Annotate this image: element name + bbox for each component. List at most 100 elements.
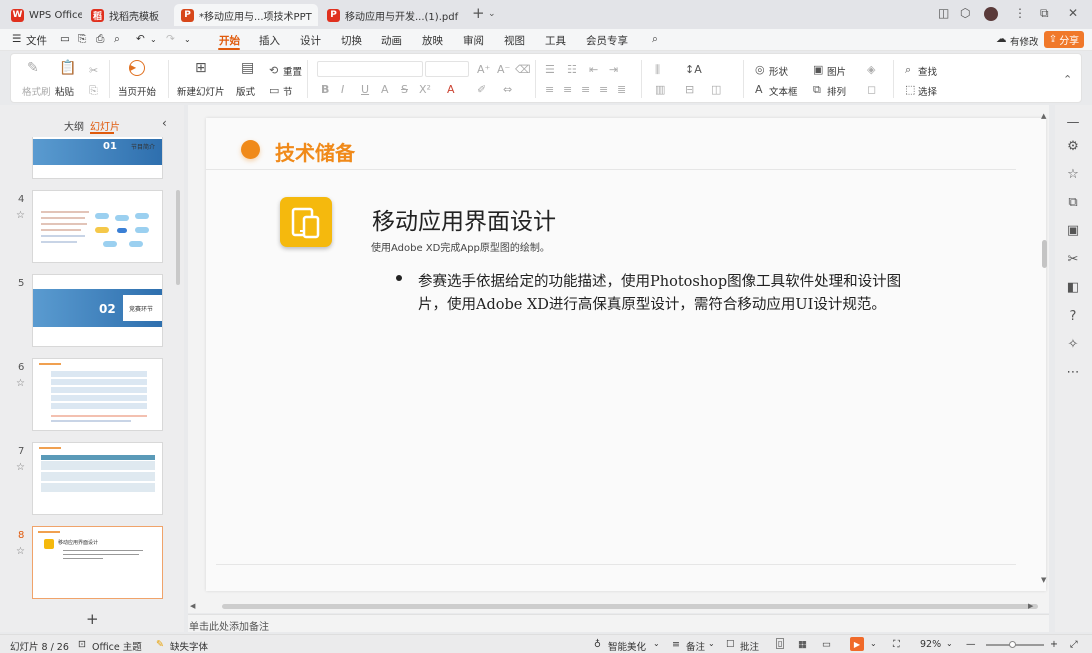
line-spacing-icon[interactable]: ↕A — [685, 63, 702, 76]
outline-icon[interactable]: ◻ — [867, 83, 876, 96]
find-icon[interactable]: ⌕ — [905, 63, 911, 77]
copy-icon[interactable]: ⎘ — [89, 84, 98, 98]
font-color-icon[interactable]: A — [447, 83, 455, 96]
section-icon[interactable]: ▭ — [269, 84, 279, 97]
picture-icon[interactable]: ▣ — [813, 63, 823, 76]
arrange-icon[interactable]: ⧉ — [813, 83, 821, 97]
add-slide-button[interactable]: + — [86, 610, 99, 628]
smart-beautify-button[interactable]: 智能美化 — [608, 639, 646, 653]
print-icon[interactable]: ⎙ — [96, 33, 104, 46]
slide-bullet-text[interactable]: 参赛选手依据给定的功能描述，使用Photoshop图像工具软件处理和设计图片，使… — [418, 271, 908, 317]
mobile-devices-icon[interactable] — [280, 197, 332, 247]
slide-subheading[interactable]: 移动应用界面设计 — [372, 202, 556, 236]
sorter-view-icon[interactable]: ▦ — [798, 639, 807, 650]
zoom-chevron-icon[interactable]: ⌄ — [946, 639, 953, 648]
redo-icon[interactable]: ↷ — [166, 33, 175, 45]
undo-chevron-icon[interactable]: ⌄ — [150, 35, 157, 44]
section-button[interactable]: 节 — [283, 84, 293, 98]
paste-icon[interactable]: 📋 — [59, 60, 76, 76]
customize-chevron-icon[interactable]: ⌄ — [184, 35, 191, 44]
picture-button[interactable]: 图片 — [827, 64, 846, 78]
underline-icon[interactable]: U — [361, 83, 369, 96]
textbox-icon[interactable]: A — [755, 83, 763, 96]
book-icon[interactable]: ◧ — [1065, 280, 1081, 295]
notes-button[interactable]: 备注 — [686, 639, 705, 653]
reading-view-icon[interactable]: ▭ — [822, 639, 831, 650]
columns-icon[interactable]: ▥ — [655, 83, 665, 96]
highlight-icon[interactable]: ✐ — [477, 83, 486, 96]
cube-icon[interactable]: ⬡ — [960, 6, 970, 20]
new-slide-button[interactable]: 新建幻灯片 — [177, 84, 225, 98]
slideshow-chevron-icon[interactable]: ⌄ — [870, 639, 877, 648]
text-direction-icon[interactable]: ⫼ — [655, 63, 660, 77]
tab-list-chevron-icon[interactable]: ⌄ — [488, 9, 496, 19]
panel-scrollbar[interactable] — [176, 190, 180, 285]
find-button[interactable]: 查找 — [918, 64, 937, 78]
slide-thumbnail-7[interactable] — [32, 442, 163, 515]
font-grow-icon[interactable]: A⁺ — [477, 63, 490, 76]
star-icon[interactable]: ☆ — [16, 546, 25, 557]
reset-icon[interactable]: ⟲ — [269, 64, 278, 77]
fill-icon[interactable]: ◈ — [867, 63, 875, 76]
align-center-icon[interactable]: ≡ — [563, 83, 572, 96]
layout-icon[interactable]: ▤ — [241, 60, 254, 76]
font-shrink-icon[interactable]: A⁻ — [497, 63, 510, 76]
notes-pane[interactable]: 单击此处添加备注 — [188, 614, 1049, 633]
menu-slideshow[interactable]: 放映 — [422, 33, 443, 48]
copy-icon[interactable]: ⧉ — [1065, 195, 1081, 210]
increase-indent-icon[interactable]: ⇥ — [609, 63, 618, 76]
notes-placeholder[interactable]: 单击此处添加备注 — [189, 618, 269, 633]
scroll-up-icon[interactable]: ▲ — [1041, 112, 1046, 120]
collapse-ribbon-icon[interactable]: ⌃ — [1063, 73, 1072, 86]
slide-subline[interactable]: 使用Adobe XD完成App原型图的绘制。 — [371, 239, 550, 254]
print-preview-icon[interactable]: ⌕ — [114, 33, 120, 46]
slide-thumbnail-4[interactable] — [32, 190, 163, 263]
smart-graphic-icon[interactable]: ◫ — [711, 83, 721, 96]
star-icon[interactable]: ☆ — [16, 378, 25, 389]
zoom-level[interactable]: 92% — [920, 639, 941, 650]
slide-heading[interactable]: 技术储备 — [275, 137, 355, 166]
tab-pdf-document[interactable]: P 移动应用与开发...(1).pdf — [320, 4, 462, 26]
vertical-scrollbar[interactable]: ▲ ▼ — [1041, 112, 1049, 592]
format-painter-button[interactable]: 格式刷 — [22, 84, 51, 98]
layout-icon[interactable]: ◫ — [938, 6, 949, 20]
collapse-icon[interactable]: — — [1065, 115, 1081, 130]
bullet-list-icon[interactable]: ☰ — [545, 63, 555, 76]
select-button[interactable]: 选择 — [918, 84, 937, 98]
layout-button[interactable]: 版式 — [236, 84, 255, 98]
new-tab-icon[interactable]: + — [472, 4, 485, 22]
italic-icon[interactable]: I — [341, 83, 344, 96]
vertical-scroll-thumb[interactable] — [1042, 240, 1047, 268]
menu-insert[interactable]: 插入 — [259, 33, 280, 48]
scroll-left-icon[interactable]: ◀ — [190, 602, 195, 610]
help-icon[interactable]: ? — [1065, 309, 1081, 324]
collapse-panel-icon[interactable]: ‹ — [162, 116, 167, 130]
shape-icon[interactable]: ◎ — [755, 63, 765, 76]
hamburger-icon[interactable]: ☰ — [12, 33, 21, 45]
align-left-icon[interactable]: ≡ — [545, 83, 554, 96]
font-family-select[interactable] — [317, 61, 423, 77]
menu-tools[interactable]: 工具 — [545, 33, 566, 48]
scroll-down-icon[interactable]: ▼ — [1041, 576, 1046, 584]
share-button[interactable]: ⇪ 分享 — [1044, 31, 1084, 48]
menu-membership[interactable]: 会员专享 — [586, 33, 628, 48]
close-window-icon[interactable]: ✕ — [1068, 6, 1078, 20]
star-icon[interactable]: ☆ — [1065, 167, 1081, 182]
beautify-chevron-icon[interactable]: ⌄ — [653, 639, 660, 648]
menu-design[interactable]: 设计 — [300, 33, 321, 48]
restore-icon[interactable]: ⧉ — [1040, 6, 1049, 21]
text-align-icon[interactable]: ⊟ — [685, 83, 694, 96]
fit-window-icon[interactable]: ⛶ — [893, 639, 900, 650]
normal-view-icon[interactable]: ▯ — [776, 638, 785, 649]
format-painter-icon[interactable]: ✎ — [27, 60, 39, 76]
slideshow-button[interactable]: ▶ — [850, 637, 864, 651]
theme-name[interactable]: Office 主题 — [92, 639, 142, 653]
fullscreen-icon[interactable]: ⤢ — [1070, 639, 1078, 650]
new-slide-icon[interactable]: ⊞ — [195, 60, 207, 76]
tools-icon[interactable]: ✂ — [1065, 252, 1081, 267]
menu-start[interactable]: 开始 — [219, 33, 240, 48]
arrange-button[interactable]: 排列 — [827, 84, 846, 98]
tab-ppt-document[interactable]: P *移动应用与...项技术PPT — [174, 4, 318, 26]
play-current-icon[interactable]: ▶ — [129, 60, 145, 76]
decrease-indent-icon[interactable]: ⇤ — [589, 63, 598, 76]
